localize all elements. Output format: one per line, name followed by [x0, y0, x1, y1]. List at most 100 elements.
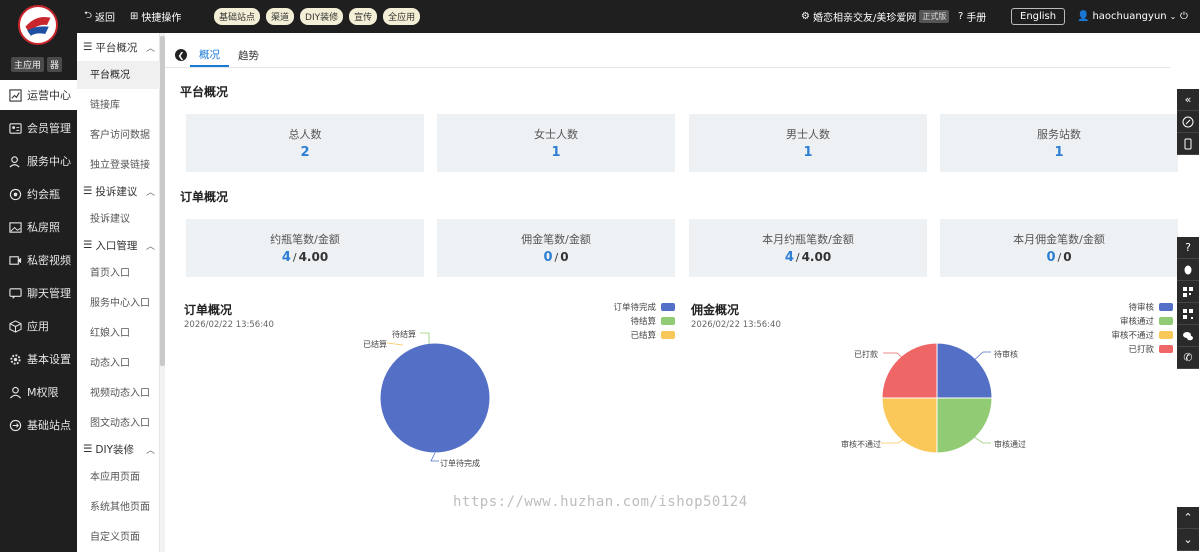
nav-item-1[interactable]: 会员管理	[0, 113, 77, 143]
quick-pill-1[interactable]: 渠道	[266, 8, 295, 25]
nav-item-8[interactable]: 基本设置	[0, 344, 77, 374]
pie-slice-0[interactable]	[936, 342, 993, 399]
subnav-item[interactable]: 服务中心入口	[90, 290, 150, 312]
card-label: 佣金笔数/金额	[521, 233, 591, 246]
collapse-icon[interactable]: «	[1177, 89, 1199, 111]
link-icon[interactable]	[1177, 111, 1199, 133]
card-separator: /	[795, 251, 800, 264]
phone-icon[interactable]: ✆	[1177, 347, 1199, 369]
legend-label: 审核不通过	[1111, 331, 1154, 341]
scroll-top-icon[interactable]: ⌃	[1177, 507, 1199, 529]
subnav-item[interactable]: 平台概况	[90, 62, 130, 84]
legend-entry[interactable]: 已打款	[1128, 343, 1173, 355]
subnav-item[interactable]: 视频动态入口	[90, 380, 150, 402]
language-button[interactable]: English	[1011, 8, 1066, 25]
subnav-item[interactable]: 客户访问数据	[90, 122, 150, 144]
subnav-item[interactable]: 动态入口	[90, 350, 130, 372]
main-app-tag[interactable]: 主应用	[11, 57, 45, 72]
user-menu[interactable]: 👤 haochuangyun ⌄	[1077, 0, 1176, 33]
nav-item-6[interactable]: 聊天管理	[0, 278, 77, 308]
nav-item-4[interactable]: 私房照	[0, 212, 77, 242]
nav-item-10[interactable]: 基础站点	[0, 410, 77, 440]
mobile-icon[interactable]	[1177, 133, 1199, 155]
card-count: 0	[1046, 250, 1056, 265]
nav-item-label: 私房照	[27, 221, 60, 234]
legend-swatch	[1159, 331, 1173, 339]
subnav-item[interactable]: 链接库	[90, 92, 120, 114]
chart1-title: 订单概况	[184, 303, 233, 317]
nav-item-9[interactable]: M权限	[0, 377, 77, 407]
qrcode-icon[interactable]	[1177, 281, 1199, 303]
nav-item-label: 聊天管理	[27, 287, 71, 300]
subnav-item[interactable]: 投诉建议	[90, 206, 130, 228]
subnav-group-1[interactable]: ☰ 投诉建议 ︿	[83, 180, 159, 202]
tab-overview[interactable]: 概况	[190, 43, 229, 67]
quick-ops-button[interactable]: ⊞ 快捷操作	[130, 0, 181, 33]
left-nav: 主应用 器 运营中心会员管理服务中心 约会瓶私房照私密视频聊天管理应用基本设置 M权…	[0, 0, 77, 552]
pie-slice-2[interactable]	[881, 397, 938, 454]
quick-pill-0[interactable]: 基础站点	[214, 8, 261, 25]
user-icon	[8, 385, 22, 399]
nav-item-label: 应用	[27, 320, 49, 333]
legend-swatch	[661, 303, 675, 311]
quick-pill-4[interactable]: 全应用	[383, 8, 421, 25]
subnav-item[interactable]: 独立登录链接	[90, 152, 150, 174]
subnav-item[interactable]: 首页入口	[90, 260, 130, 282]
legend-entry[interactable]: 已结算	[630, 329, 675, 341]
nav-item-0[interactable]: 运营中心	[0, 80, 77, 110]
card-amount: 4.00	[298, 250, 329, 264]
quick-pill-3[interactable]: 宣传	[349, 8, 378, 25]
subnav-group-title: 平台概况	[95, 41, 138, 54]
subnav-item[interactable]: 图文动态入口	[90, 410, 150, 432]
app-logo[interactable]	[18, 5, 58, 45]
grid-icon: ⊞	[130, 11, 139, 22]
subnav-group-3[interactable]: ☰ DIY装修 ︿	[83, 438, 159, 460]
nav-item-5[interactable]: 私密视频	[0, 245, 77, 275]
chart2-title: 佣金概况	[691, 303, 740, 317]
pie-label: 已结算	[363, 340, 387, 349]
quick-pill-2[interactable]: DIY装修	[300, 8, 344, 25]
back-button[interactable]: ⮌ 返回	[84, 0, 115, 33]
pie-slice-3[interactable]	[881, 342, 938, 399]
qrcode-2-icon[interactable]	[1177, 303, 1199, 325]
pie-slice-0[interactable]	[379, 342, 491, 454]
power-icon[interactable]: ⏻	[1180, 0, 1188, 33]
subnav-item[interactable]: 自定义页面	[90, 524, 140, 546]
nav-item-label: M权限	[27, 386, 59, 399]
subnav-group-2[interactable]: ☰ 入口管理 ︿	[83, 234, 159, 256]
subnav-item[interactable]: 系统其他页面	[90, 494, 150, 516]
legend-entry[interactable]: 审核不通过	[1111, 329, 1173, 341]
tab-bar: ❮ 概况 趋势	[175, 43, 268, 67]
legend-entry[interactable]: 待审核	[1128, 301, 1173, 313]
back-circle-icon[interactable]: ❮	[175, 49, 187, 61]
list-icon: ☰	[83, 41, 93, 53]
device-tag[interactable]: 器	[47, 57, 63, 72]
pie-slice-1[interactable]	[936, 397, 993, 454]
nav-item-7[interactable]: 应用	[0, 311, 77, 341]
manual-link[interactable]: ? 手册	[958, 0, 986, 33]
site-name[interactable]: ⚙ 婚恋相亲交友/美珍爱网 正式版	[801, 0, 950, 33]
scroll-bottom-icon[interactable]: ⌄	[1177, 529, 1199, 551]
site-icon	[8, 418, 22, 432]
pie-label: 订单待完成	[440, 459, 480, 468]
right-toolbar-top: «	[1177, 89, 1199, 155]
chart-icon	[8, 88, 22, 102]
card-value: 0/0	[543, 250, 568, 265]
nav-item-2[interactable]: 服务中心	[0, 146, 77, 176]
help-icon[interactable]: ?	[1177, 237, 1199, 259]
tab-trend[interactable]: 趋势	[229, 43, 268, 67]
photo-icon	[8, 220, 22, 234]
subnav-item[interactable]: 红娘入口	[90, 320, 130, 342]
platform-card: 服务站数 1	[940, 114, 1178, 172]
legend-entry[interactable]: 订单待完成	[613, 301, 675, 313]
nav-item-3[interactable]: 约会瓶	[0, 179, 77, 209]
service-icon	[8, 154, 22, 168]
subnav-group-0[interactable]: ☰ 平台概况 ︿	[83, 36, 159, 58]
nav-item-label: 会员管理	[27, 122, 71, 135]
card-count: 4	[784, 250, 794, 265]
qq-icon[interactable]	[1177, 259, 1199, 281]
legend-entry[interactable]: 审核通过	[1120, 315, 1173, 327]
legend-entry[interactable]: 待结算	[630, 315, 675, 327]
wechat-icon[interactable]	[1177, 325, 1199, 347]
subnav-item[interactable]: 本应用页面	[90, 464, 140, 486]
